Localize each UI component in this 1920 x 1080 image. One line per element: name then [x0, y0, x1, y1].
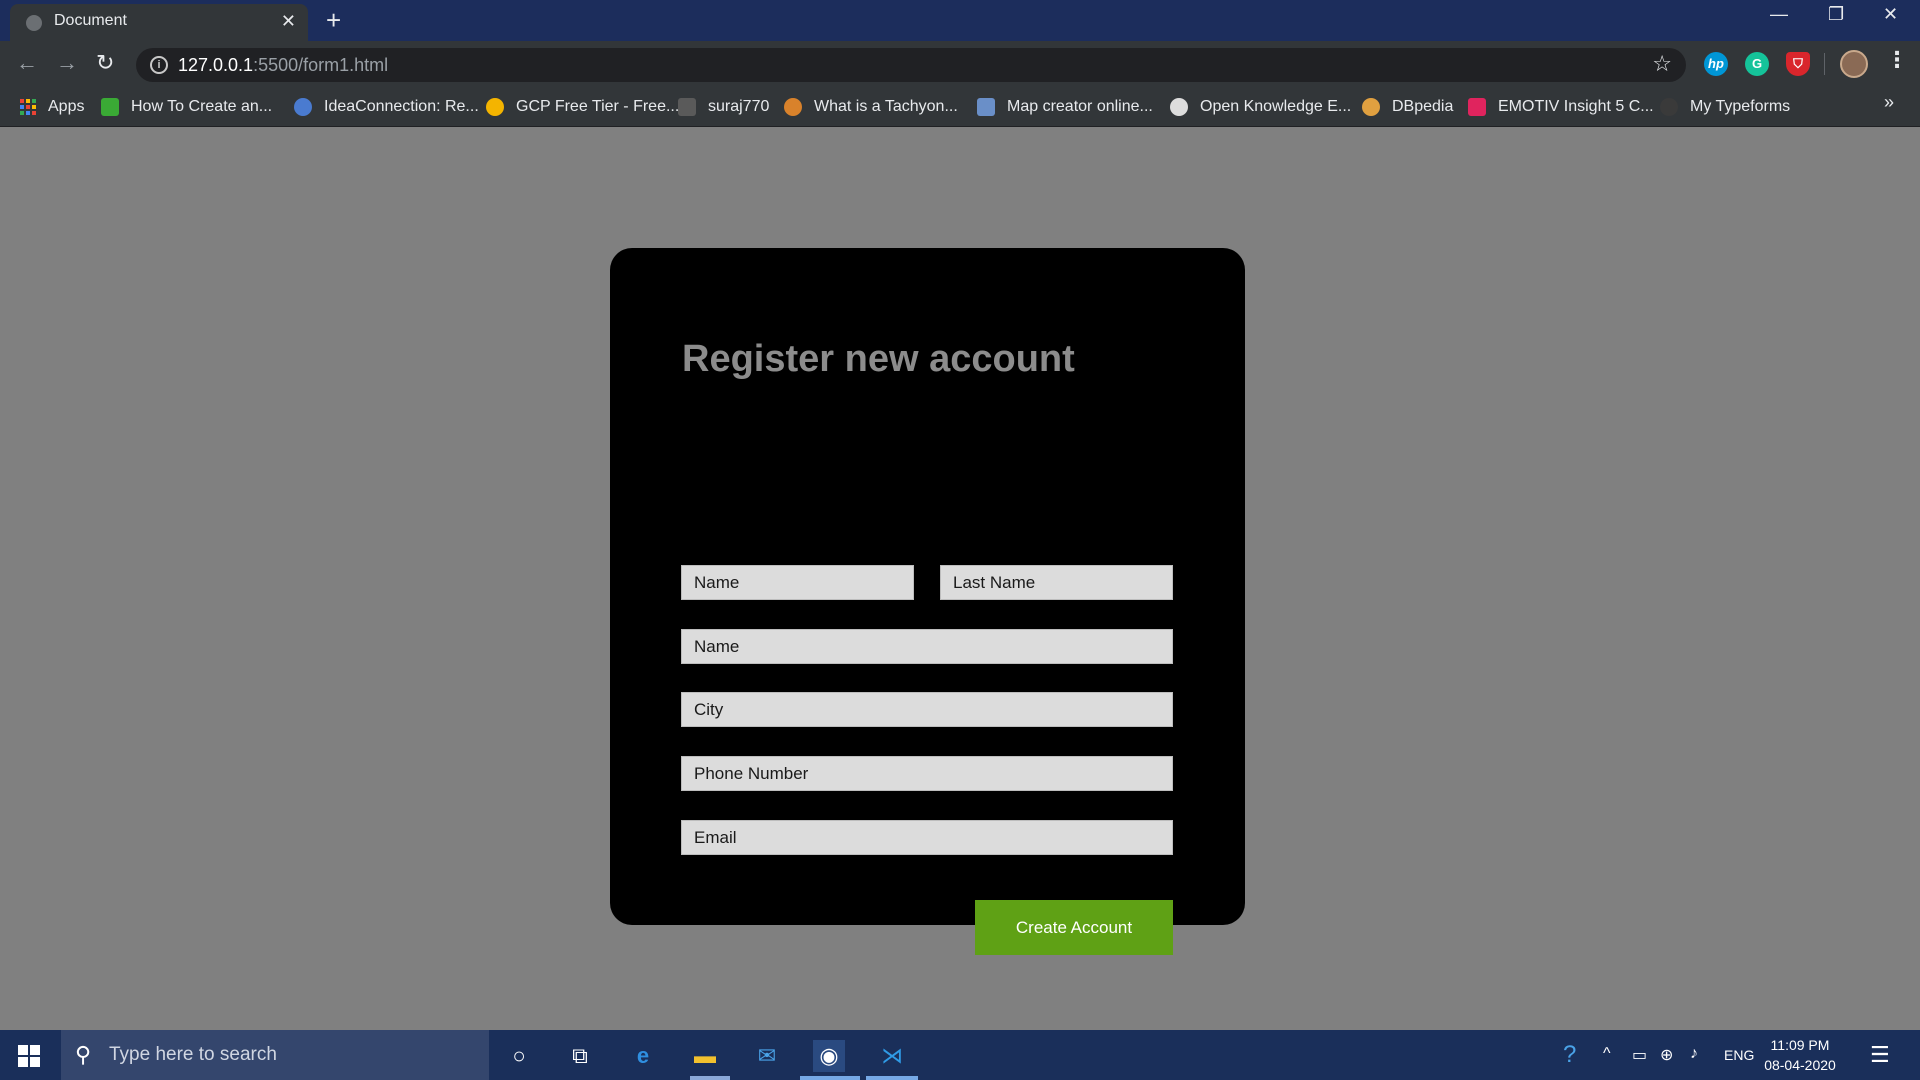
browser-tab[interactable]: Document ✕: [10, 4, 308, 41]
windows-taskbar: ⚲ Type here to search ○ ⧉ e ▬ ✉ ◉ ⋊ ? ^ …: [0, 1030, 1920, 1080]
dots-icon: [678, 98, 696, 116]
site-info-icon[interactable]: i: [150, 56, 168, 74]
bookmark-label: How To Create an...: [131, 98, 273, 115]
clock-date: 08-04-2020: [1764, 1057, 1836, 1073]
task-view-icon[interactable]: ⧉: [564, 1040, 596, 1072]
vscode-icon[interactable]: ⋊: [876, 1040, 908, 1072]
typeform-icon: [1660, 98, 1678, 116]
bookmark-label: What is a Tachyon...: [814, 98, 958, 115]
minimize-window-button[interactable]: —: [1770, 4, 1788, 25]
url-text[interactable]: 127.0.0.1:5500/form1.html: [178, 55, 388, 76]
tab-title: Document: [54, 12, 127, 29]
search-icon: ⚲: [75, 1042, 92, 1067]
edge-browser-icon[interactable]: e: [627, 1040, 659, 1072]
help-icon[interactable]: ?: [1563, 1041, 1576, 1069]
bookmark-how-to-create[interactable]: How To Create an...: [101, 96, 272, 118]
last-name-field[interactable]: Last Name: [940, 565, 1173, 600]
zeemaps-icon: [977, 98, 995, 116]
bookmark-label: Apps: [48, 98, 85, 115]
bookmark-ideaconnection[interactable]: IdeaConnection: Re...: [294, 96, 479, 118]
browser-tab-strip: Document ✕ + — ❐ ✕: [0, 0, 1920, 41]
first-name-field[interactable]: Name: [681, 565, 914, 600]
close-tab-icon[interactable]: ✕: [281, 11, 296, 32]
clock-time: 11:09 PM: [1770, 1037, 1830, 1053]
bookmark-label: Open Knowledge E...: [1200, 98, 1352, 115]
address-bar[interactable]: i 127.0.0.1:5500/form1.html ☆: [136, 48, 1686, 82]
form-title: Register new account: [682, 338, 1075, 380]
bookmark-green-icon: [101, 98, 119, 116]
ideaconnection-icon: [294, 98, 312, 116]
new-tab-button[interactable]: +: [326, 6, 341, 34]
restore-window-button[interactable]: ❐: [1828, 4, 1844, 25]
battery-icon[interactable]: ▭: [1632, 1045, 1647, 1065]
dbpedia-icon: [1362, 98, 1380, 116]
more-bookmarks-icon[interactable]: »: [1884, 92, 1894, 113]
create-account-button[interactable]: Create Account: [975, 900, 1173, 955]
chevron-up-icon[interactable]: ^: [1603, 1045, 1611, 1063]
browser-toolbar: ← → ↻ i 127.0.0.1:5500/form1.html ☆ hp G…: [0, 41, 1920, 87]
bookmark-apps[interactable]: Apps: [20, 96, 84, 118]
open-knowledge-icon: [1170, 98, 1188, 116]
phone-number-field[interactable]: Phone Number: [681, 756, 1173, 791]
apps-grid-icon: [20, 99, 36, 115]
bookmark-dbpedia[interactable]: DBpedia: [1362, 96, 1453, 118]
reload-button[interactable]: ↻: [96, 50, 114, 76]
language-indicator[interactable]: ENG: [1724, 1047, 1754, 1063]
forward-button[interactable]: →: [56, 50, 78, 76]
bookmark-label: suraj770: [708, 98, 770, 115]
name-field[interactable]: Name: [681, 629, 1173, 664]
bookmark-gcp-free-tier[interactable]: GCP Free Tier - Free...: [486, 96, 679, 118]
bookmark-open-knowledge[interactable]: Open Knowledge E...: [1170, 96, 1351, 118]
email-field[interactable]: Email: [681, 820, 1173, 855]
back-button[interactable]: ←: [16, 50, 38, 76]
emotiv-icon: [1468, 98, 1486, 116]
globe-icon: [26, 15, 42, 31]
bookmark-tachyon[interactable]: What is a Tachyon...: [784, 96, 958, 118]
browser-menu-button[interactable]: ⋮: [1886, 47, 1908, 73]
cortana-icon[interactable]: ○: [503, 1040, 535, 1072]
city-field[interactable]: City: [681, 692, 1173, 727]
register-form-card: Register new account Name Last Name Name…: [610, 248, 1245, 955]
page-viewport: Register new account Name Last Name Name…: [0, 128, 1920, 1030]
shield-extension-icon[interactable]: ⛉: [1786, 52, 1810, 76]
bookmark-label: GCP Free Tier - Free...: [516, 98, 680, 115]
profile-avatar[interactable]: [1840, 50, 1868, 78]
url-host: 127.0.0.1: [178, 55, 254, 75]
system-clock[interactable]: 11:09 PM 08-04-2020: [1760, 1035, 1840, 1075]
network-globe-icon[interactable]: ⊕: [1660, 1045, 1673, 1065]
bookmark-label: Map creator online...: [1007, 98, 1153, 115]
url-path: :5500/form1.html: [253, 55, 389, 75]
grammarly-extension-icon[interactable]: G: [1745, 52, 1769, 76]
chrome-active-indicator: [800, 1076, 860, 1080]
bookmark-emotiv[interactable]: EMOTIV Insight 5 C...: [1468, 96, 1654, 118]
bookmarks-bar: Apps How To Create an... IdeaConnection:…: [0, 87, 1920, 127]
vscode-active-indicator: [866, 1076, 918, 1080]
search-placeholder: Type here to search: [109, 1044, 277, 1065]
bookmark-label: EMOTIV Insight 5 C...: [1498, 98, 1654, 115]
taskbar-search-box[interactable]: ⚲ Type here to search: [61, 1030, 489, 1080]
windows-start-icon[interactable]: [18, 1045, 40, 1067]
bookmark-label: IdeaConnection: Re...: [324, 98, 479, 115]
chrome-icon[interactable]: ◉: [813, 1040, 845, 1072]
bookmark-star-icon[interactable]: ☆: [1652, 51, 1672, 77]
mail-icon[interactable]: ✉: [751, 1040, 783, 1072]
bookmark-my-typeforms[interactable]: My Typeforms: [1660, 96, 1790, 118]
bookmark-map-creator[interactable]: Map creator online...: [977, 96, 1153, 118]
tachyon-icon: [784, 98, 802, 116]
toolbar-divider: [1824, 53, 1825, 75]
bookmark-suraj770[interactable]: suraj770: [678, 96, 769, 118]
bookmark-label: DBpedia: [1392, 98, 1454, 115]
hp-extension-icon[interactable]: hp: [1704, 52, 1728, 76]
google-cloud-icon: [486, 98, 504, 116]
close-window-button[interactable]: ✕: [1883, 4, 1898, 25]
notification-center-icon[interactable]: ☰: [1870, 1042, 1890, 1068]
file-explorer-icon[interactable]: ▬: [689, 1040, 721, 1072]
bookmark-label: My Typeforms: [1690, 98, 1791, 115]
volume-icon[interactable]: ♪: [1690, 1045, 1698, 1063]
explorer-active-indicator: [690, 1076, 730, 1080]
